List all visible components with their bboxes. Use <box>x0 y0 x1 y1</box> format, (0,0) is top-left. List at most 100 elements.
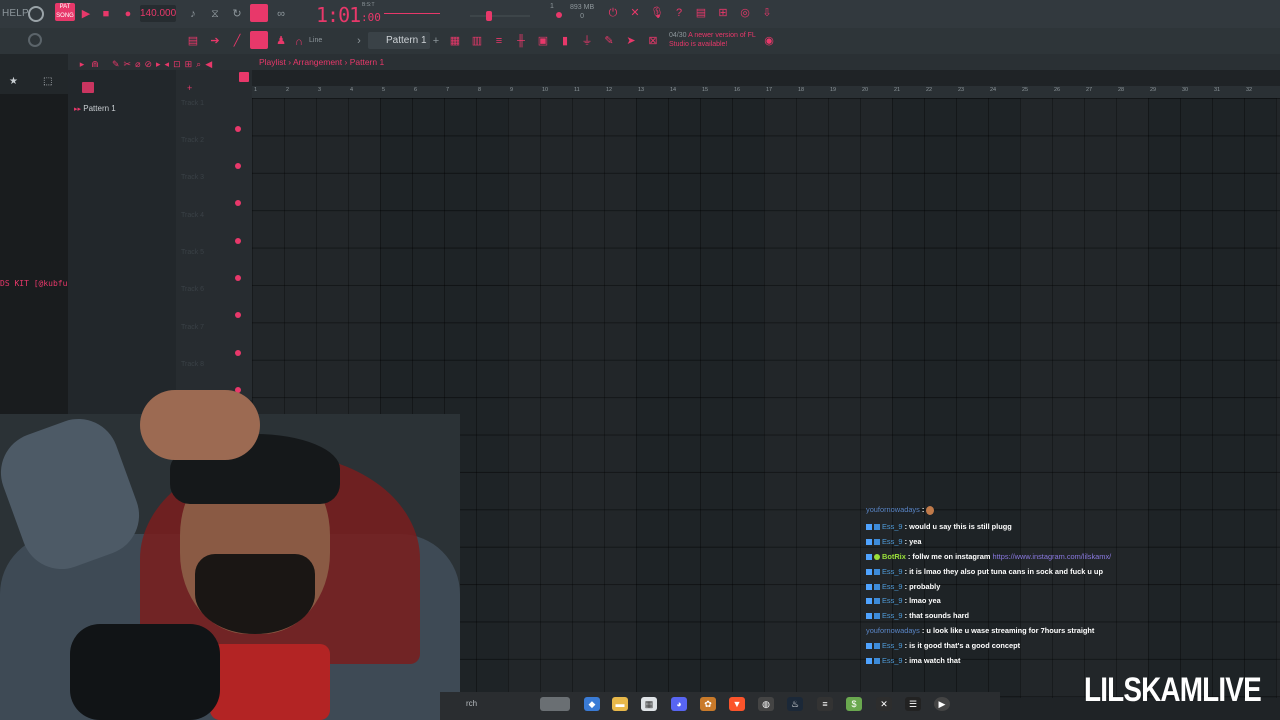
master-volume-knob[interactable] <box>28 6 44 22</box>
mic-icon[interactable]: 🎙 <box>650 6 664 20</box>
media-play-icon[interactable]: ▶ <box>934 697 950 711</box>
metronome-icon[interactable]: ♪ <box>186 7 200 21</box>
chat-message: Ess_9 : that sounds hard <box>866 611 969 620</box>
pat-song-toggle[interactable]: PAT SONG <box>55 3 75 21</box>
pattern-prev-icon[interactable]: › <box>354 34 364 48</box>
cut-icon[interactable]: ✕ <box>628 6 642 20</box>
track-label[interactable]: Track 1 <box>181 100 204 107</box>
webcam-hand <box>140 390 260 460</box>
piano-icon[interactable]: ▥ <box>470 34 484 48</box>
plug-icon[interactable]: ⏚ <box>580 34 594 48</box>
fl-studio-icon[interactable]: ✿ <box>700 697 716 711</box>
cart-icon[interactable]: ⊠ <box>646 34 660 48</box>
main-pitch-slider-knob[interactable] <box>486 11 492 21</box>
track-label[interactable]: Track 2 <box>181 137 204 144</box>
send-icon[interactable]: ➤ <box>624 34 638 48</box>
track-label[interactable]: Track 3 <box>181 174 204 181</box>
steam-icon[interactable]: ♨ <box>787 697 803 711</box>
menu-help[interactable]: HELP <box>2 8 29 19</box>
money-app-icon[interactable]: $ <box>846 697 862 711</box>
track-mute-dot[interactable] <box>235 126 241 132</box>
wait-input-icon[interactable]: ⧖ <box>208 7 222 21</box>
channel-rack-icon[interactable]: ╱ <box>230 34 244 48</box>
task-app-icon[interactable]: ☰ <box>905 697 921 711</box>
obs-icon[interactable]: ◍ <box>758 697 774 711</box>
pattern-picker-icon[interactable] <box>82 82 94 93</box>
track-mute-dot[interactable] <box>235 163 241 169</box>
chat-username: Ess_9 <box>882 522 903 531</box>
power-icon[interactable]: ⏻ <box>606 6 620 20</box>
update-notice[interactable]: 04/30 A newer version of FL Studio is av… <box>669 31 765 49</box>
snap-mode[interactable]: Line <box>309 37 322 44</box>
capcut-icon[interactable]: ✕ <box>876 697 892 711</box>
browser-icon[interactable]: ≡ <box>492 34 506 48</box>
fl-logo-icon[interactable]: ◉ <box>762 34 776 48</box>
copilot-icon[interactable]: ◆ <box>584 697 600 711</box>
playlist-tools-icons[interactable]: ✎✂⌀⊘▸◂⊡⊞⌕◀ <box>112 57 232 71</box>
master-pitch-knob[interactable] <box>28 33 42 47</box>
playlist-icon[interactable]: ▤ <box>186 34 200 48</box>
track-mode-icon[interactable] <box>239 72 249 82</box>
chat-text: : u look like u wase streaming for 7hour… <box>921 626 1095 635</box>
browser-folder-icon[interactable]: ⬚ <box>43 76 52 87</box>
chat-text: : it is lmao they also put tuna cans in … <box>904 567 1103 576</box>
brush-icon[interactable]: ✎ <box>602 34 616 48</box>
pattern-list-item[interactable]: ▸▸ Pattern 1 <box>74 104 116 113</box>
ruler-bar: 30 <box>1182 87 1189 93</box>
ruler-bar: 16 <box>734 87 741 93</box>
track-mute-dot[interactable] <box>235 275 241 281</box>
ruler-bar: 26 <box>1054 87 1061 93</box>
discord-icon[interactable]: ◕ <box>671 697 687 711</box>
track-mute-dot[interactable] <box>235 350 241 356</box>
track-label[interactable]: Track 4 <box>181 212 204 219</box>
bot-badge-icon <box>874 554 880 561</box>
stop-icon[interactable]: ■ <box>100 7 112 21</box>
file-explorer-icon[interactable]: ▬ <box>612 697 628 711</box>
track-label[interactable]: Track 5 <box>181 249 204 256</box>
countdown-icon[interactable]: ↻ <box>230 7 244 21</box>
favorites-star-icon[interactable]: ★ <box>9 76 18 87</box>
playlist-ruler[interactable]: 1 2 3 4 5 6 7 8 9 10 11 12 13 14 15 16 1… <box>252 86 1280 98</box>
chat-link[interactable]: https://www.instagram.com/lilskamx/ <box>993 552 1112 561</box>
tempo-display[interactable]: 140.000 <box>140 5 176 22</box>
main-pitch-slider[interactable] <box>470 15 530 17</box>
taskbar-search[interactable]: rch <box>466 699 477 708</box>
piano-roll-icon[interactable]: ➔ <box>208 34 222 48</box>
app-icon[interactable]: ≡ <box>817 697 833 711</box>
track-mute-dot[interactable] <box>235 312 241 318</box>
pattern-add-icon[interactable]: + <box>431 34 441 48</box>
save-icon[interactable]: ▤ <box>694 6 708 20</box>
playlist-arrow-icon[interactable]: ▸ <box>78 57 86 71</box>
magnet-icon[interactable]: ∩ <box>294 35 304 49</box>
track-mute-dot[interactable] <box>235 238 241 244</box>
track-label[interactable]: Track 6 <box>181 286 204 293</box>
mod-badge-icon <box>866 539 872 546</box>
brave-browser-icon[interactable]: ▼ <box>729 697 745 711</box>
channel-icon[interactable]: ╫ <box>514 34 528 48</box>
taskbar-widget-icon[interactable] <box>540 697 570 711</box>
snap-magnet-icon[interactable]: ⋒ <box>90 57 100 71</box>
track-mute-dot[interactable] <box>235 200 241 206</box>
loop-record-icon[interactable]: ∞ <box>274 7 288 21</box>
browser-kit-label[interactable]: DS KIT [@kubfu1] <box>0 279 77 288</box>
webcam-feed <box>0 390 460 720</box>
track-label[interactable]: Track 8 <box>181 361 204 368</box>
store-icon[interactable]: ▦ <box>641 697 657 711</box>
record-icon[interactable]: ● <box>122 7 134 21</box>
add-track-icon[interactable]: + <box>187 83 192 93</box>
sub-badge-icon <box>874 613 880 620</box>
download-icon[interactable]: ⇩ <box>760 6 774 20</box>
paint-icon[interactable]: ♟ <box>274 34 288 48</box>
track-label[interactable]: Track 7 <box>181 324 204 331</box>
help-icon[interactable]: ? <box>672 6 686 20</box>
step-edit-button[interactable] <box>250 4 268 22</box>
project-icon[interactable]: ▮ <box>558 34 572 48</box>
ruler-bar: 5 <box>382 87 386 93</box>
play-icon[interactable]: ▶ <box>80 7 92 21</box>
plugin-icon[interactable]: ⊞ <box>716 6 730 20</box>
chat-icon[interactable]: ◎ <box>738 6 752 20</box>
draw-tool-button[interactable] <box>250 31 268 49</box>
mixer-icon[interactable]: ▦ <box>448 34 462 48</box>
plugin-picker-icon[interactable]: ▣ <box>536 34 550 48</box>
pattern-selector[interactable]: Pattern 1 <box>368 32 430 49</box>
